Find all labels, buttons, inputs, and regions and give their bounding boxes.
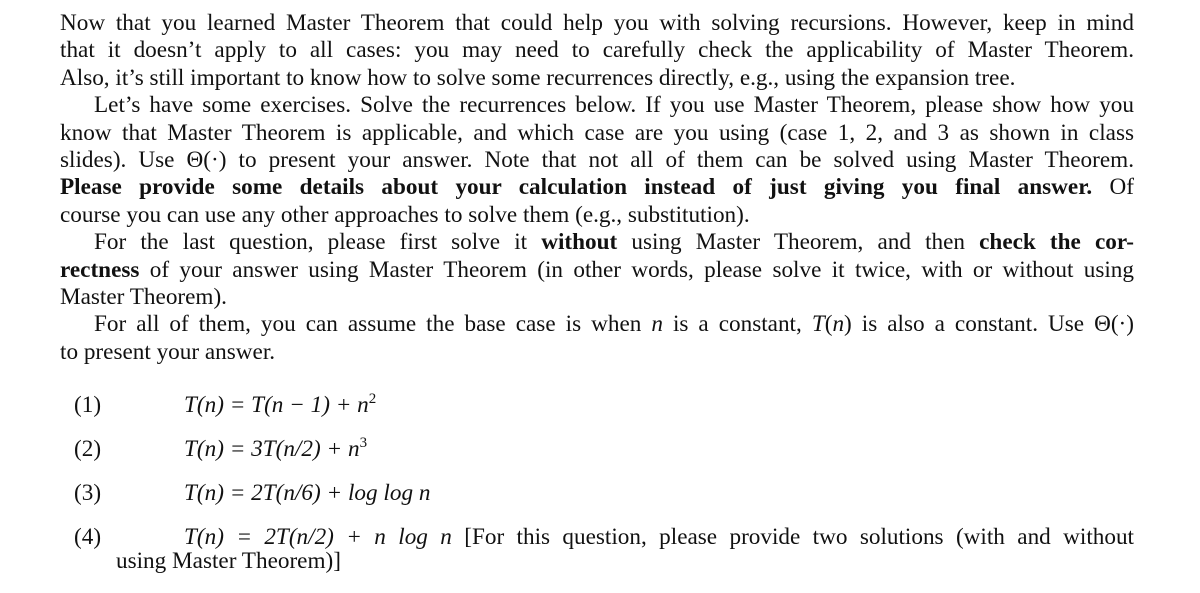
instructions-paragraph: Let’s have some exercises. Solve the rec… <box>60 92 1134 229</box>
emphasis-text: rectness <box>60 256 140 283</box>
recurrence-item: (1) T(n) = T(n − 1) + n2 <box>60 392 1140 436</box>
text-line: Let’s have some exercises. Solve the rec… <box>94 92 1134 119</box>
emphasis-text: check the cor- <box>979 229 1134 256</box>
equation-rhs: = 3T(n/2) + n <box>229 436 360 462</box>
text-line: For all of them, you can assume the base… <box>60 311 1134 338</box>
equation-number: (1) <box>74 392 102 418</box>
math-variable: n <box>651 311 663 338</box>
equation-lhs: T(n) <box>184 480 224 506</box>
emphasis-text: Please provide some details about your c… <box>60 174 1093 201</box>
math-function: T <box>811 311 825 338</box>
text-line: course you can use any other approaches … <box>60 201 750 228</box>
recurrence-item: (3) T(n) = 2T(n/6) + log log n <box>60 480 1140 524</box>
text-line: rectness of your answer using Master The… <box>60 257 1134 284</box>
exponent: 2 <box>368 391 377 407</box>
equation-number: (3) <box>74 480 102 506</box>
text-line: Please provide some details about your c… <box>60 174 1134 201</box>
equation: T(n) = T(n − 1) + n2 <box>184 392 376 419</box>
equation-lhs: T(n) <box>184 436 224 462</box>
equation-note-continued: using Master Theorem)] <box>116 548 341 574</box>
text-fragment: ) <box>844 311 852 338</box>
equation-lhs: T(n) <box>184 392 224 418</box>
equation-number: (4) <box>74 524 102 550</box>
text-fragment: For the last question, please first solv… <box>94 229 542 256</box>
text-fragment: is a constant, <box>662 311 812 338</box>
intro-paragraph: Now that you learned Master Theorem that… <box>60 10 1134 92</box>
equation-rhs: = T(n − 1) + n <box>229 392 369 418</box>
equation: T(n) = 3T(n/2) + n3 <box>184 436 367 463</box>
exponent: 3 <box>359 435 368 451</box>
text-fragment: using Master Theorem, and then <box>617 229 980 256</box>
equation-rhs: = 2T(n/6) + log log n <box>229 480 431 506</box>
recurrence-item: (2) T(n) = 3T(n/2) + n3 <box>60 436 1140 480</box>
equation-lhs: T(n) <box>184 524 224 550</box>
recurrence-list: (1) T(n) = T(n − 1) + n2 (2) T(n) = 3T(n… <box>60 392 1140 584</box>
math-variable: n <box>832 311 845 338</box>
equation: T(n) = 2T(n/6) + log log n <box>184 480 430 507</box>
text-fragment: For all of them, you can assume the base… <box>94 311 652 338</box>
equation-note: [For this question, please provide two s… <box>464 524 1134 550</box>
text-line: know that Master Theorem is applicable, … <box>60 119 1134 146</box>
text-line: Master Theorem). <box>60 284 227 311</box>
base-case-paragraph: For all of them, you can assume the base… <box>60 311 1134 366</box>
text-line: Now that you learned Master Theorem that… <box>60 10 1134 36</box>
last-question-paragraph: For the last question, please first solv… <box>60 229 1134 311</box>
emphasis-text: without <box>541 229 618 256</box>
equation-rhs: = 2T(n/2) + n log n <box>236 524 452 550</box>
text-fragment: Of <box>1092 174 1135 201</box>
text-fragment: is also a constant. Use Θ(·) <box>851 311 1134 338</box>
problem-statement: Now that you learned Master Theorem that… <box>60 10 1134 366</box>
text-line: slides). Use Θ(·) to present your answer… <box>60 147 1134 174</box>
text-line: that it doesn’t apply to all cases: you … <box>60 37 1134 64</box>
equation: T(n) = 2T(n/2) + n log n [For this quest… <box>184 524 1134 551</box>
equation-number: (2) <box>74 436 102 462</box>
text-fragment: of your answer using Master Theorem (in … <box>139 256 1134 283</box>
text-line: For the last question, please first solv… <box>60 229 1134 256</box>
recurrence-item: (4) T(n) = 2T(n/2) + n log n [For this q… <box>60 524 1140 584</box>
text-line: Also, it’s still important to know how t… <box>60 64 1016 91</box>
text-line: to present your answer. <box>60 338 276 365</box>
